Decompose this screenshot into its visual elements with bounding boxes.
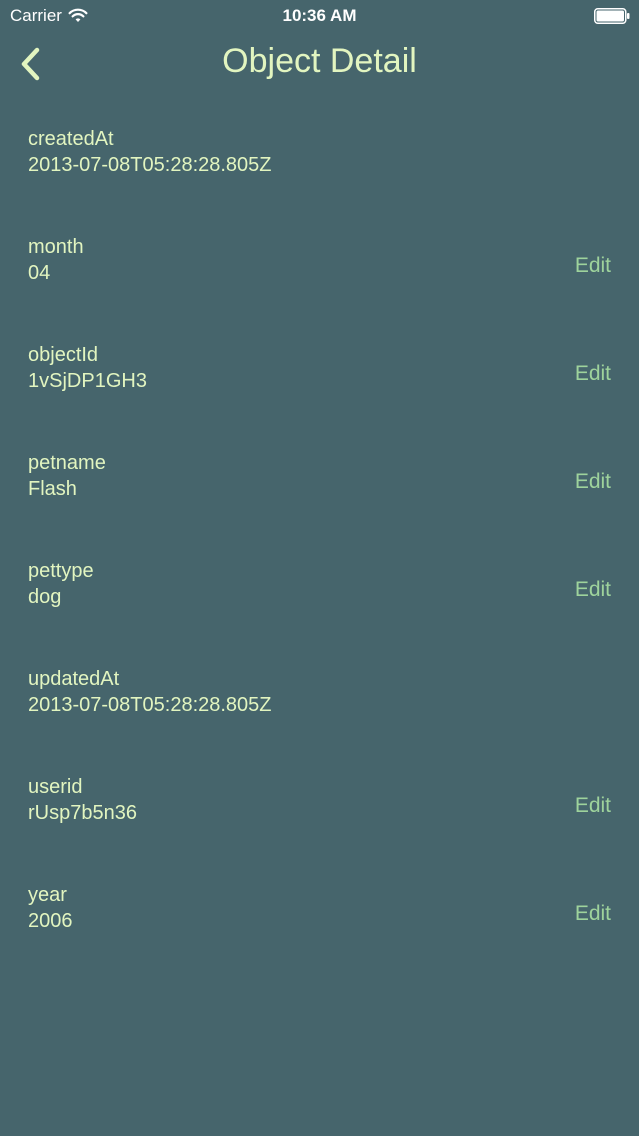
edit-userid-button[interactable]: Edit: [575, 794, 611, 818]
field-row-pettype: pettype dog Edit: [0, 524, 639, 632]
status-time: 10:36 AM: [282, 6, 357, 25]
field-key: createdAt: [28, 128, 114, 150]
field-key: petname: [28, 452, 106, 474]
field-value: 2013-07-08T05:28:28.805Z: [28, 694, 272, 716]
status-bar: Carrier 10:36 AM: [0, 0, 639, 34]
field-row-petname: petname Flash Edit: [0, 416, 639, 524]
field-value: 04: [28, 262, 51, 284]
field-key: pettype: [28, 560, 94, 582]
edit-pettype-button[interactable]: Edit: [575, 578, 611, 602]
page-title: Object Detail: [222, 42, 417, 80]
battery-icon: [594, 8, 630, 24]
field-value: 2013-07-08T05:28:28.805Z: [28, 154, 272, 176]
field-row-userid: userid rUsp7b5n36 Edit: [0, 740, 639, 848]
field-row-updatedat: updatedAt 2013-07-08T05:28:28.805Z: [0, 632, 639, 740]
field-value: Flash: [28, 478, 77, 500]
field-key: year: [28, 884, 67, 906]
field-row-createdat: createdAt 2013-07-08T05:28:28.805Z: [0, 92, 639, 200]
field-row-month: month 04 Edit: [0, 200, 639, 308]
field-value: dog: [28, 586, 62, 608]
edit-objectid-button[interactable]: Edit: [575, 362, 611, 386]
navigation-bar: Object Detail: [0, 34, 639, 92]
field-row-objectid: objectId 1vSjDP1GH3 Edit: [0, 308, 639, 416]
field-value: 1vSjDP1GH3: [28, 370, 147, 392]
field-value: rUsp7b5n36: [28, 802, 137, 824]
field-key: userid: [28, 776, 83, 798]
field-key: objectId: [28, 344, 99, 366]
edit-month-button[interactable]: Edit: [575, 254, 611, 278]
edit-petname-button[interactable]: Edit: [575, 470, 611, 494]
field-list: createdAt 2013-07-08T05:28:28.805Z month…: [0, 92, 639, 956]
field-key: updatedAt: [28, 668, 120, 690]
field-value: 2006: [28, 910, 73, 932]
edit-year-button[interactable]: Edit: [575, 902, 611, 926]
field-key: month: [28, 236, 84, 258]
field-row-year: year 2006 Edit: [0, 848, 639, 956]
